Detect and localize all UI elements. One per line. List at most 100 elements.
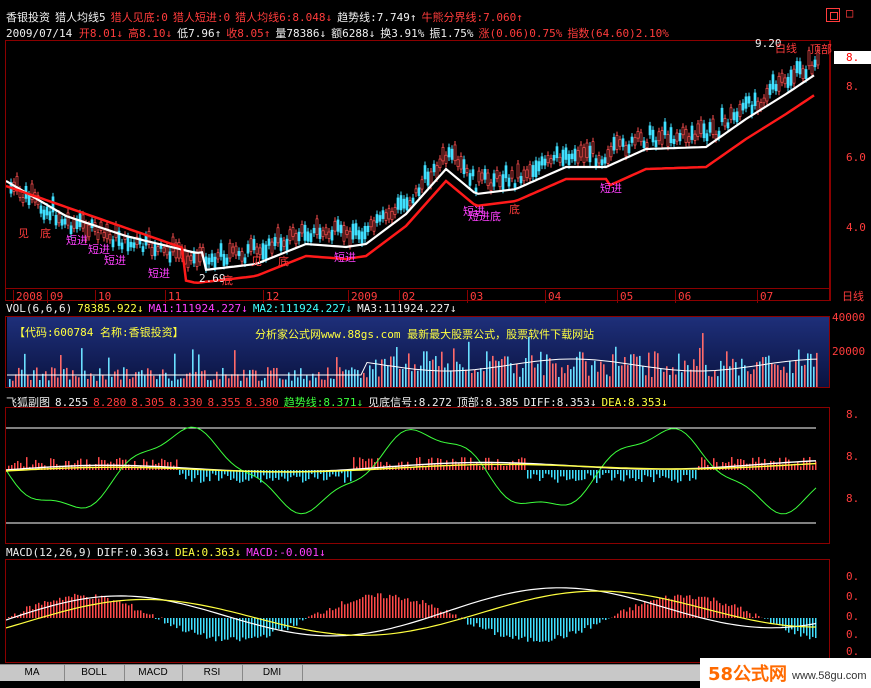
volume-bar	[684, 360, 686, 387]
candle-body	[492, 173, 496, 187]
candle-body	[297, 231, 301, 242]
volume-bar	[213, 379, 215, 387]
volume-bar	[615, 346, 617, 387]
macd-histogram-bar	[566, 618, 568, 638]
candle-body	[726, 122, 730, 129]
macd-histogram-bar	[335, 608, 337, 618]
header-field-3: 猎人短进:0	[172, 11, 231, 24]
macd-histogram-bar	[653, 599, 655, 618]
macd-histogram-bar	[206, 618, 208, 639]
candle-body	[321, 230, 325, 238]
volume-bar	[495, 360, 497, 387]
candle-body	[108, 234, 112, 241]
candle-body	[699, 119, 703, 134]
window-icon[interactable]: □	[846, 6, 853, 20]
candle-body	[267, 238, 271, 246]
fox-histogram-bar	[467, 466, 469, 470]
macd-histogram-bar	[455, 614, 457, 618]
volume-bar	[483, 371, 485, 387]
macd-histogram-bar	[680, 595, 682, 618]
tab-rsi[interactable]: RSI	[182, 665, 243, 681]
macd-histogram-bar	[173, 618, 175, 625]
volume-bar	[195, 371, 197, 387]
chart-annotation-1: 底	[40, 227, 51, 240]
macd-histogram-bar	[89, 598, 91, 618]
candle-body	[210, 253, 214, 262]
candle-body	[378, 215, 382, 222]
chart-annotation-5: 短进	[148, 267, 170, 280]
tab-ma[interactable]: MA	[0, 665, 65, 681]
candle-body	[663, 121, 667, 136]
macd-histogram-bar	[512, 618, 514, 639]
volume-bar	[735, 362, 737, 387]
candle-body	[372, 220, 376, 232]
candle-body	[444, 154, 448, 164]
volume-bar	[264, 377, 266, 387]
quote-field-5: 额6288↓	[331, 27, 376, 40]
volume-bar	[300, 368, 302, 387]
volume-bar	[276, 367, 278, 387]
x-axis-label-8: 04	[545, 290, 561, 303]
volume-bar	[219, 379, 221, 387]
candle-body	[708, 122, 712, 133]
tab-boll[interactable]: BOLL	[64, 665, 125, 681]
candle-body	[630, 136, 634, 143]
close-box-icon[interactable]	[826, 8, 840, 22]
candle-body	[330, 229, 334, 241]
candle-body	[636, 131, 640, 139]
macd-histogram-bar	[104, 596, 106, 618]
macd-histogram-bar	[419, 604, 421, 618]
tab-macd[interactable]: MACD	[124, 665, 183, 681]
volume-bar	[648, 352, 650, 387]
macd-title-item-1: DIFF:0.363↓	[97, 546, 170, 559]
candle-body	[642, 140, 646, 148]
candle-body	[624, 145, 628, 157]
volume-bar	[795, 361, 797, 387]
macd-histogram-bar	[8, 616, 10, 618]
candle-body	[324, 227, 328, 236]
volume-bar	[561, 367, 563, 387]
period-label[interactable]: 日线	[842, 288, 864, 304]
candle-body	[732, 112, 736, 121]
macd-histogram-bar	[71, 597, 73, 618]
volume-bar	[609, 376, 611, 387]
macd-histogram-bar	[320, 613, 322, 618]
tab-dmi[interactable]: DMI	[242, 665, 303, 681]
fox-histogram-bar	[659, 470, 661, 478]
macd-histogram-bar	[362, 597, 364, 618]
macd-histogram-bar	[551, 618, 553, 641]
fox-histogram-bar	[800, 466, 802, 470]
candle-body	[555, 146, 559, 159]
candle-body	[57, 213, 61, 224]
macd-histogram-bar	[749, 613, 751, 618]
volume-bar	[738, 375, 740, 387]
candle-body	[306, 231, 310, 242]
quote-field-0: 开8.01↓	[78, 27, 123, 40]
macd-histogram-bar	[188, 618, 190, 632]
candle-body	[654, 140, 658, 147]
candle-body	[480, 172, 484, 181]
candle-body	[99, 221, 103, 231]
candle-body	[111, 239, 115, 248]
fox-histogram-bar	[581, 470, 583, 481]
macd-histogram-bar	[137, 610, 139, 618]
candle-body	[810, 64, 814, 75]
macd-histogram-bar	[329, 608, 331, 618]
candle-body	[438, 158, 442, 169]
header-field-6: 牛熊分界线:7.060↑	[421, 11, 523, 24]
fox-histogram-bar	[119, 457, 121, 470]
candle-body	[507, 177, 511, 187]
macd-histogram-bar	[326, 610, 328, 618]
macd-histogram-bar	[230, 618, 232, 638]
macd-histogram-bar	[290, 618, 292, 624]
candle-body	[450, 148, 454, 160]
candle-body	[420, 179, 424, 190]
macd-histogram-bar	[713, 597, 715, 618]
macd-histogram-bar	[584, 618, 586, 629]
volume-bar	[315, 377, 317, 387]
volume-bar	[501, 359, 503, 387]
candle-body	[558, 156, 562, 163]
volume-bar	[198, 354, 200, 387]
fox-histogram-bar	[425, 466, 427, 470]
fox-histogram-bar	[617, 470, 619, 475]
